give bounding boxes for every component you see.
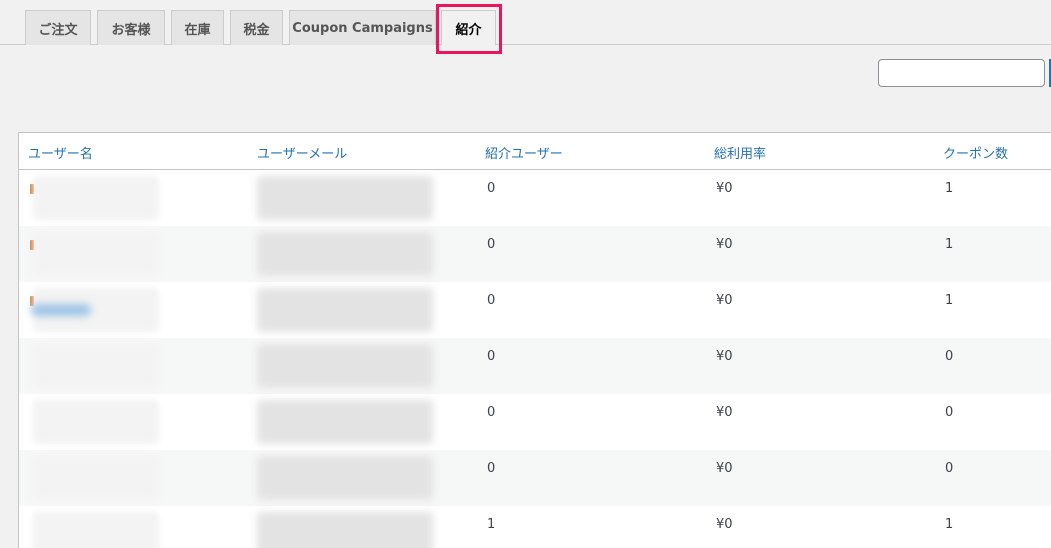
total-usage-value: ¥0 <box>716 517 733 532</box>
table-row: 0 ¥0 1 <box>19 170 1051 226</box>
header-username[interactable]: ユーザー名 <box>28 143 93 162</box>
referred-users-value: 0 <box>487 237 496 252</box>
header-total-usage[interactable]: 総利用率 <box>714 143 766 162</box>
coupon-count-value: 1 <box>945 181 954 196</box>
table-row: 0 ¥0 0 <box>19 338 1051 394</box>
email-redacted <box>257 512 433 548</box>
referred-users-value: 0 <box>487 293 496 308</box>
tab-orders[interactable]: ご注文 <box>25 10 91 45</box>
total-usage-value: ¥0 <box>716 293 733 308</box>
table-row: 0 ¥0 1 <box>19 226 1051 282</box>
tab-customers[interactable]: お客様 <box>97 10 165 45</box>
coupon-count-value: 1 <box>945 293 954 308</box>
total-usage-value: ¥0 <box>716 181 733 196</box>
username-redacted <box>33 344 159 388</box>
table-header: ユーザー名 ユーザーメール 紹介ユーザー 総利用率 クーポン数 <box>19 133 1051 170</box>
coupon-count-value: 1 <box>945 517 954 532</box>
header-coupon-count[interactable]: クーポン数 <box>943 143 1008 162</box>
username-redacted <box>33 512 159 548</box>
email-redacted <box>257 232 433 276</box>
username-redacted <box>33 400 159 444</box>
search-input[interactable] <box>878 59 1045 87</box>
coupon-count-value: 0 <box>945 405 954 420</box>
email-redacted <box>257 288 433 332</box>
referred-users-value: 0 <box>487 405 496 420</box>
email-redacted <box>257 400 433 444</box>
table-row: 0 ¥0 1 <box>19 282 1051 338</box>
tab-referral[interactable]: 紹介 <box>441 10 496 46</box>
tab-taxes[interactable]: 税金 <box>230 10 283 45</box>
username-redacted <box>33 232 159 276</box>
username-redacted <box>33 176 159 220</box>
referred-users-value: 1 <box>487 517 496 532</box>
header-referred-users[interactable]: 紹介ユーザー <box>485 143 563 162</box>
table-row: 0 ¥0 0 <box>19 450 1051 506</box>
referred-users-value: 0 <box>487 461 496 476</box>
username-redacted <box>33 456 159 500</box>
username-link-redacted[interactable] <box>31 304 91 316</box>
coupon-count-value: 0 <box>945 461 954 476</box>
tab-stock[interactable]: 在庫 <box>171 10 224 45</box>
referred-users-value: 0 <box>487 349 496 364</box>
email-redacted <box>257 176 433 220</box>
tab-coupon-campaigns[interactable]: Coupon Campaigns <box>289 10 436 45</box>
header-user-email[interactable]: ユーザーメール <box>257 143 347 162</box>
coupon-count-value: 0 <box>945 349 954 364</box>
table-row: 0 ¥0 0 <box>19 394 1051 450</box>
total-usage-value: ¥0 <box>716 237 733 252</box>
referral-table: ユーザー名 ユーザーメール 紹介ユーザー 総利用率 クーポン数 0 ¥0 1 0… <box>18 132 1051 548</box>
referred-users-value: 0 <box>487 181 496 196</box>
email-redacted <box>257 456 433 500</box>
total-usage-value: ¥0 <box>716 461 733 476</box>
coupon-count-value: 1 <box>945 237 954 252</box>
email-redacted <box>257 344 433 388</box>
tab-bar: ご注文 お客様 在庫 税金 Coupon Campaigns 紹介 <box>0 0 1051 46</box>
table-row: 1 ¥0 1 <box>19 506 1051 548</box>
total-usage-value: ¥0 <box>716 349 733 364</box>
total-usage-value: ¥0 <box>716 405 733 420</box>
